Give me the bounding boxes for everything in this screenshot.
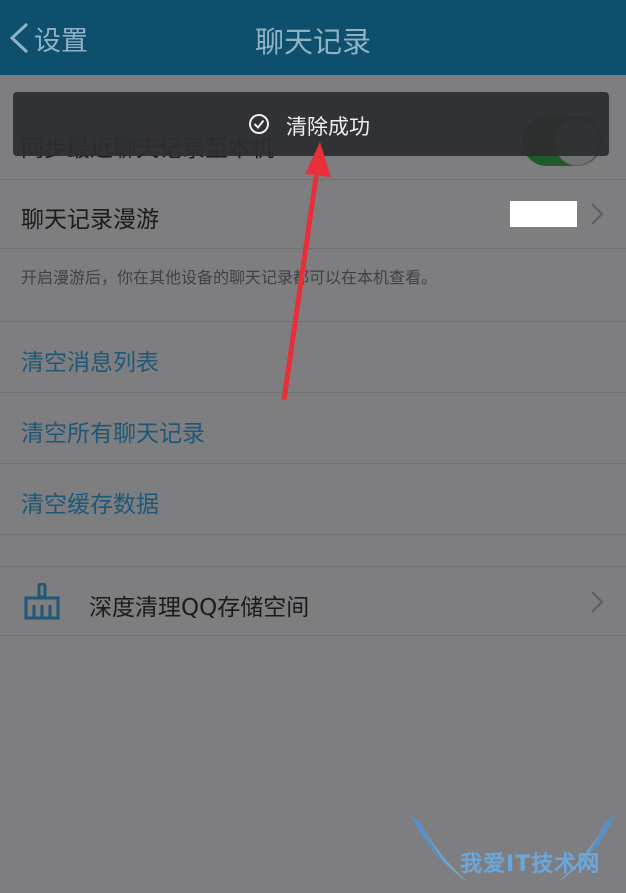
annotation-arrow — [281, 142, 331, 401]
watermark-text: 我爱IT技术网 — [460, 852, 601, 877]
